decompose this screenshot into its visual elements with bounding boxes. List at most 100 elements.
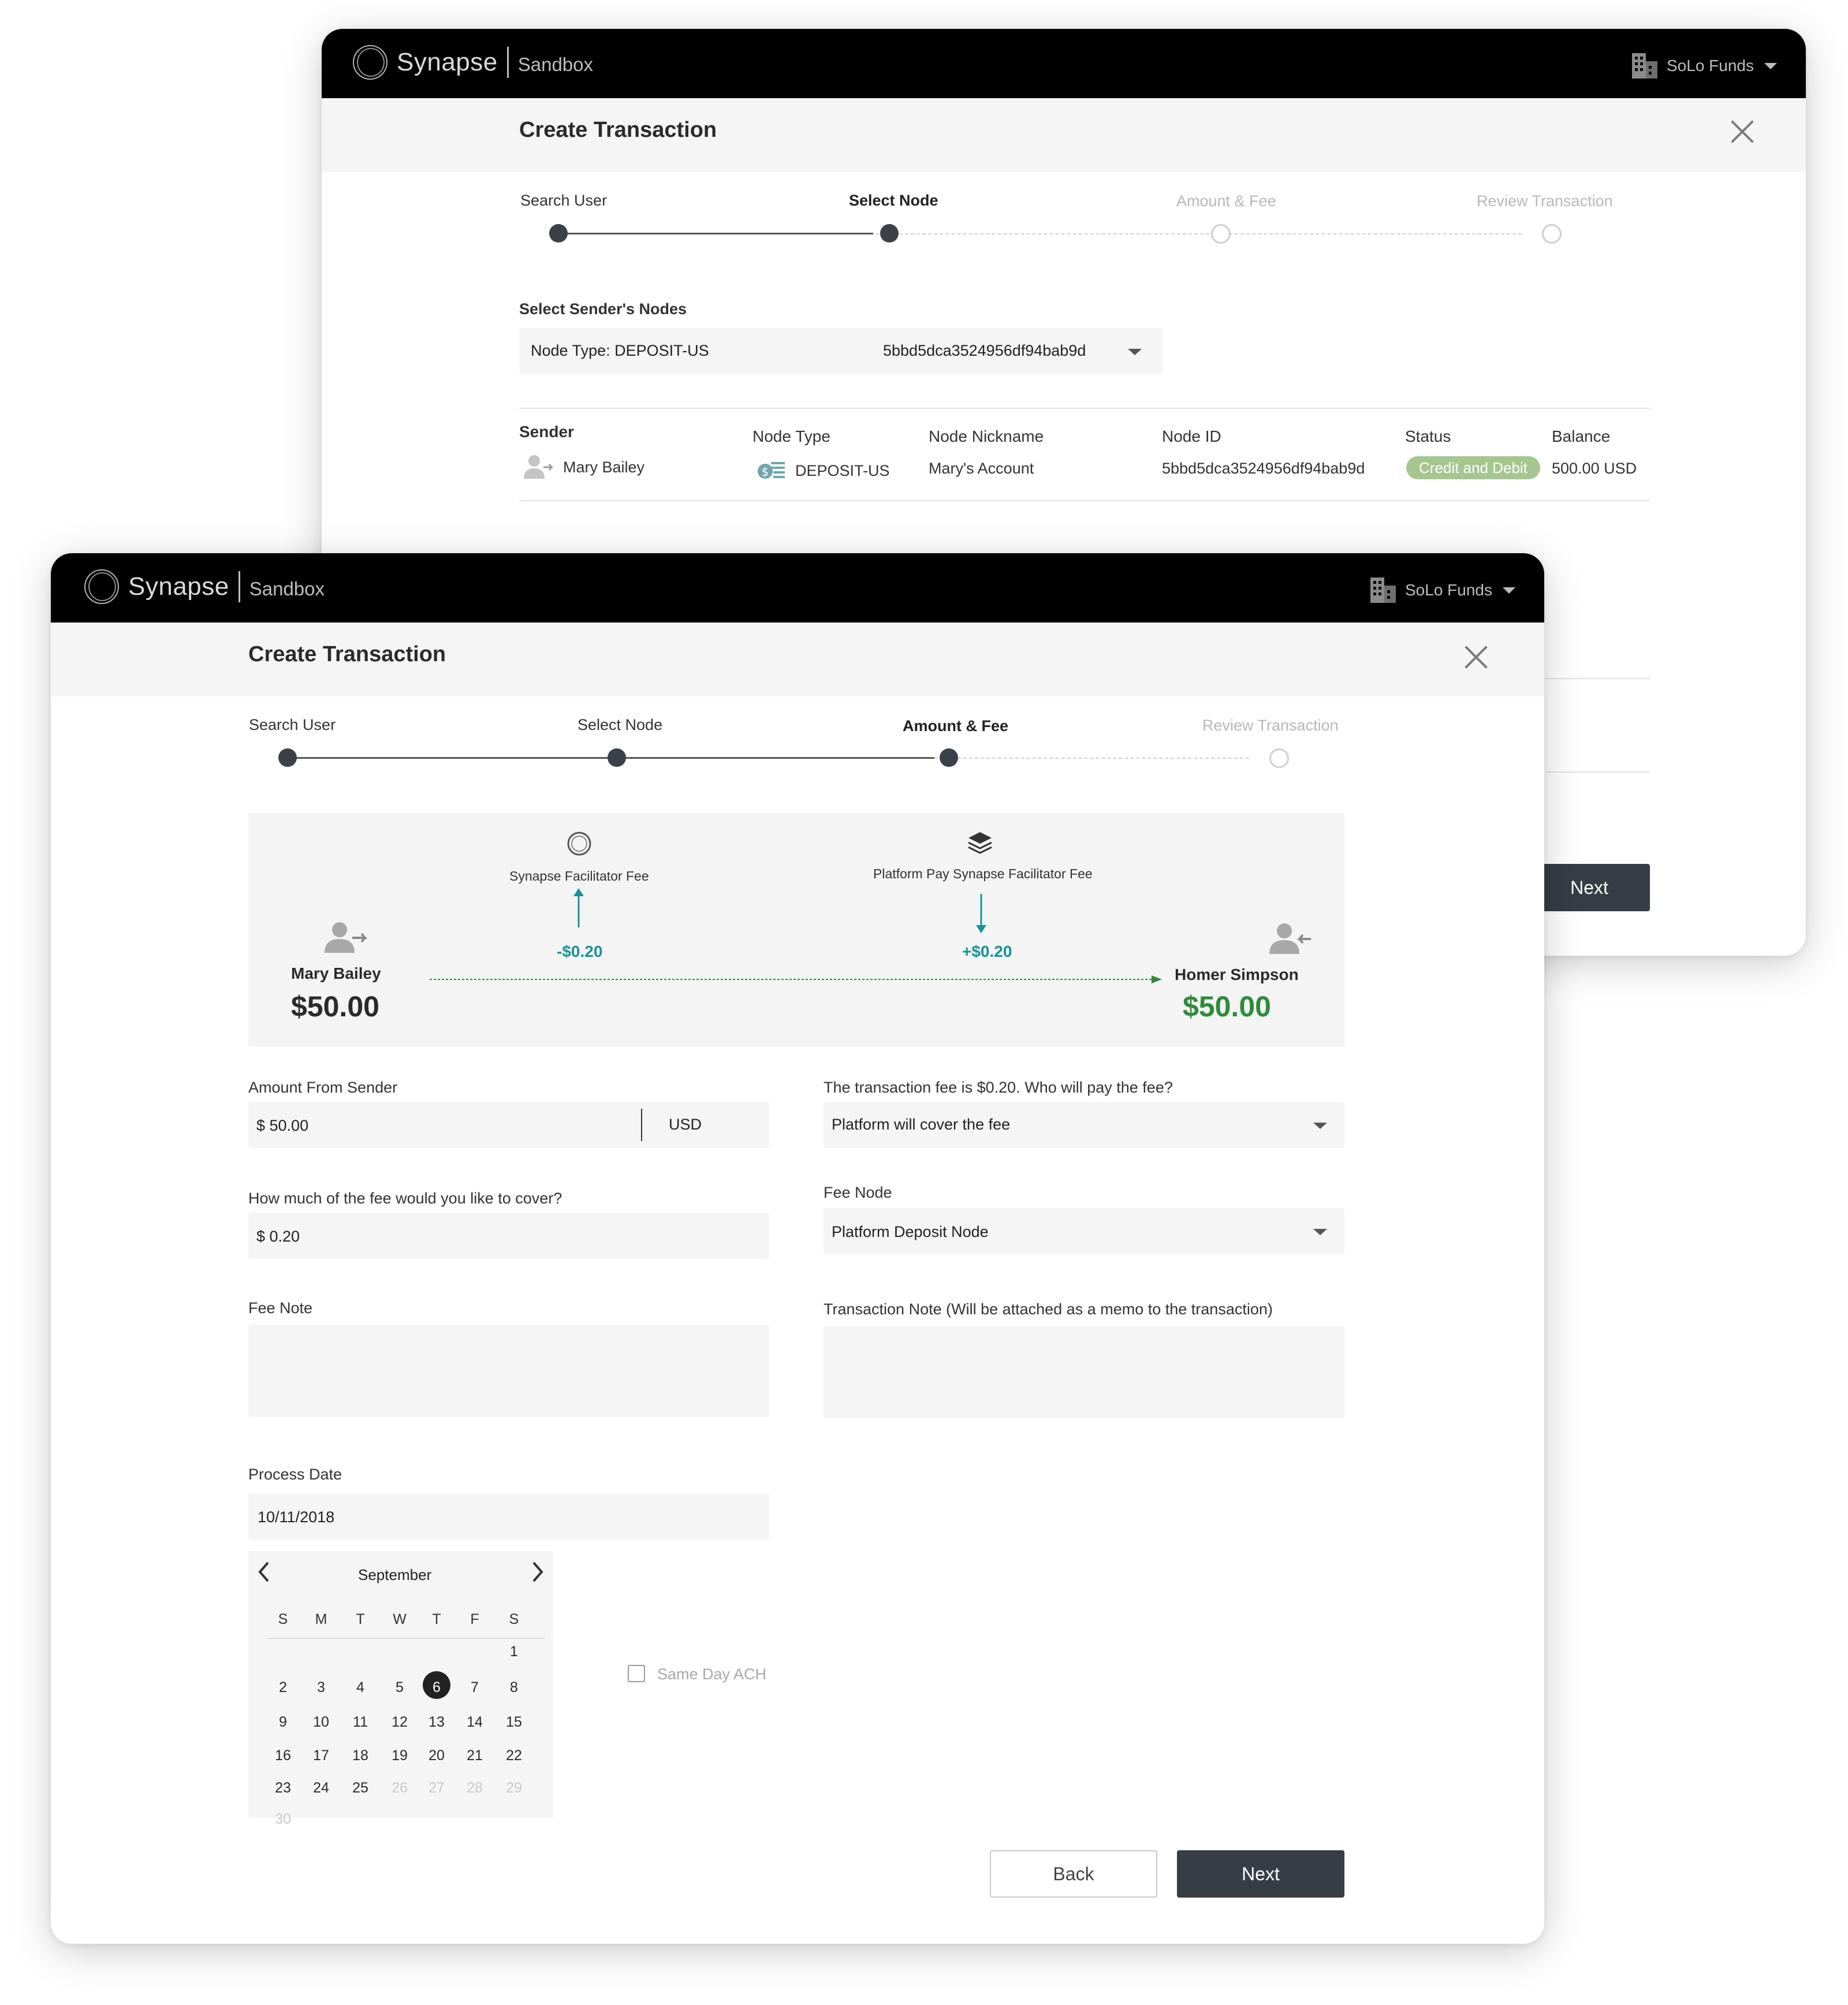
- step-select-node: Select Node: [578, 716, 663, 733]
- calendar-day[interactable]: 24: [305, 1780, 337, 1797]
- col-node-nickname: Node Nickname: [929, 427, 1044, 445]
- brand-name: Synapse: [397, 48, 498, 76]
- fee-cover-input[interactable]: $ 0.20: [248, 1213, 769, 1259]
- divider: [1546, 678, 1650, 679]
- calendar-day-selected[interactable]: 6: [420, 1679, 453, 1696]
- calendar-day[interactable]: 23: [267, 1780, 299, 1797]
- currency-label: USD: [669, 1116, 702, 1133]
- sender-amount: $50.00: [291, 990, 379, 1023]
- org-name: SoLo Funds: [1405, 581, 1492, 599]
- back-button[interactable]: Back: [990, 1850, 1157, 1898]
- chevron-left-icon[interactable]: [258, 1561, 270, 1582]
- fee-node-value: Platform Deposit Node: [832, 1223, 989, 1240]
- calendar-day[interactable]: 7: [459, 1679, 491, 1696]
- calendar-day[interactable]: 20: [420, 1747, 453, 1764]
- step-dot-1: [278, 748, 297, 767]
- col-node-id: Node ID: [1162, 427, 1221, 445]
- synapse-fee-icon: [567, 832, 591, 856]
- calendar-day[interactable]: 3: [305, 1679, 337, 1696]
- synapse-logo-icon: [83, 568, 120, 605]
- calendar-day[interactable]: 5: [383, 1679, 416, 1696]
- fee-note-label: Fee Note: [248, 1299, 313, 1317]
- org-name: SoLo Funds: [1667, 57, 1754, 74]
- title-bar: Create Transaction: [322, 98, 1806, 172]
- process-date-value: 10/11/2018: [258, 1508, 335, 1526]
- calendar-day[interactable]: 16: [267, 1747, 299, 1764]
- next-button[interactable]: Next: [1529, 864, 1650, 911]
- calendar-day[interactable]: 17: [305, 1747, 337, 1764]
- close-icon[interactable]: [1725, 114, 1760, 149]
- org-switcher[interactable]: SoLo Funds: [1631, 52, 1777, 80]
- calendar-day[interactable]: 19: [383, 1747, 416, 1764]
- node-type-value: Node Type: DEPOSIT-US: [531, 342, 709, 359]
- sender-node-select[interactable]: Node Type: DEPOSIT-US 5bbd5dca3524956df9…: [519, 328, 1163, 374]
- fee-note-textarea[interactable]: [248, 1325, 769, 1417]
- calendar-day[interactable]: 22: [498, 1747, 530, 1764]
- calendar-day[interactable]: 18: [344, 1747, 377, 1764]
- step-connector-pending: [876, 233, 1522, 234]
- fee-payer-value: Platform will cover the fee: [832, 1116, 1011, 1133]
- calendar-day[interactable]: 4: [344, 1679, 377, 1696]
- calendar-day[interactable]: 21: [459, 1747, 491, 1764]
- calendar-day[interactable]: 14: [459, 1714, 491, 1731]
- synapse-logo: Synapse Sandbox: [83, 568, 325, 605]
- divider: [1546, 772, 1650, 773]
- col-status: Status: [1405, 427, 1451, 445]
- currency-divider: [641, 1109, 642, 1141]
- front-window: Synapse Sandbox SoLo Funds Create Transa…: [51, 553, 1544, 1944]
- chevron-right-icon[interactable]: [531, 1561, 544, 1582]
- fee-node-select[interactable]: Platform Deposit Node: [824, 1208, 1344, 1254]
- divider: [519, 408, 1650, 409]
- calendar-day[interactable]: 15: [498, 1714, 530, 1731]
- calendar-day[interactable]: 2: [267, 1679, 299, 1696]
- step-select-node: Select Node: [849, 192, 938, 209]
- same-day-ach-checkbox[interactable]: [628, 1665, 645, 1682]
- calendar-day[interactable]: 13: [420, 1714, 453, 1731]
- calendar-day[interactable]: 8: [498, 1679, 530, 1696]
- calendar-day-disabled: 26: [392, 1780, 408, 1796]
- calendar-divider: [267, 1638, 545, 1639]
- calendar-day[interactable]: 12: [383, 1714, 416, 1731]
- brand-divider: [506, 47, 509, 78]
- receiver-avatar-icon: [1269, 923, 1311, 954]
- divider: [519, 500, 1650, 501]
- fee-cover-value: $ 0.20: [256, 1228, 300, 1245]
- calendar-day[interactable]: 11: [344, 1714, 377, 1731]
- fee-payer-label: The transaction fee is $0.20. Who will p…: [824, 1079, 1173, 1096]
- calendar-month: September: [358, 1566, 432, 1583]
- calendar-day[interactable]: 9: [267, 1714, 299, 1731]
- building-icon: [1370, 577, 1396, 603]
- deposit-account-icon: $: [758, 462, 785, 479]
- receiver-amount: $50.00: [1183, 990, 1271, 1023]
- layers-icon: [968, 832, 992, 854]
- fee-node-label: Fee Node: [824, 1184, 892, 1201]
- chevron-down-icon: [1503, 587, 1515, 594]
- tx-note-textarea[interactable]: [824, 1326, 1344, 1418]
- process-date-input[interactable]: 10/11/2018: [248, 1493, 769, 1540]
- close-icon[interactable]: [1459, 640, 1493, 674]
- calendar-day[interactable]: 25: [344, 1780, 377, 1797]
- row-node-nickname: Mary's Account: [929, 460, 1034, 477]
- calendar-day[interactable]: 10: [305, 1714, 337, 1731]
- building-icon: [1632, 53, 1657, 79]
- col-sender: Sender: [519, 423, 574, 441]
- org-switcher[interactable]: SoLo Funds: [1369, 576, 1515, 604]
- platform-fee-amount: +$0.20: [962, 942, 1012, 960]
- calendar-day-disabled: 30: [275, 1811, 291, 1827]
- fee-payer-select[interactable]: Platform will cover the fee: [824, 1102, 1344, 1148]
- chevron-down-icon: [1764, 62, 1777, 69]
- col-node-type: Node Type: [752, 427, 830, 445]
- platform-fee-label: Platform Pay Synapse Facilitator Fee: [873, 866, 1093, 881]
- calendar-day[interactable]: 1: [498, 1643, 530, 1660]
- brand-divider: [238, 571, 240, 602]
- calendar-day-disabled: 28: [467, 1780, 483, 1796]
- next-button[interactable]: Next: [1177, 1850, 1344, 1898]
- step-amount-fee: Amount & Fee: [1176, 192, 1276, 210]
- amount-value: $ 50.00: [256, 1117, 309, 1134]
- step-connector: [550, 233, 873, 234]
- row-node-id: 5bbd5dca3524956df94bab9d: [1162, 460, 1365, 477]
- node-id-value: 5bbd5dca3524956df94bab9d: [883, 342, 1086, 359]
- sender-avatar-icon: [325, 922, 368, 953]
- amount-input[interactable]: $ 50.00 USD: [248, 1102, 769, 1148]
- facilitator-fee-label: Synapse Facilitator Fee: [509, 869, 649, 884]
